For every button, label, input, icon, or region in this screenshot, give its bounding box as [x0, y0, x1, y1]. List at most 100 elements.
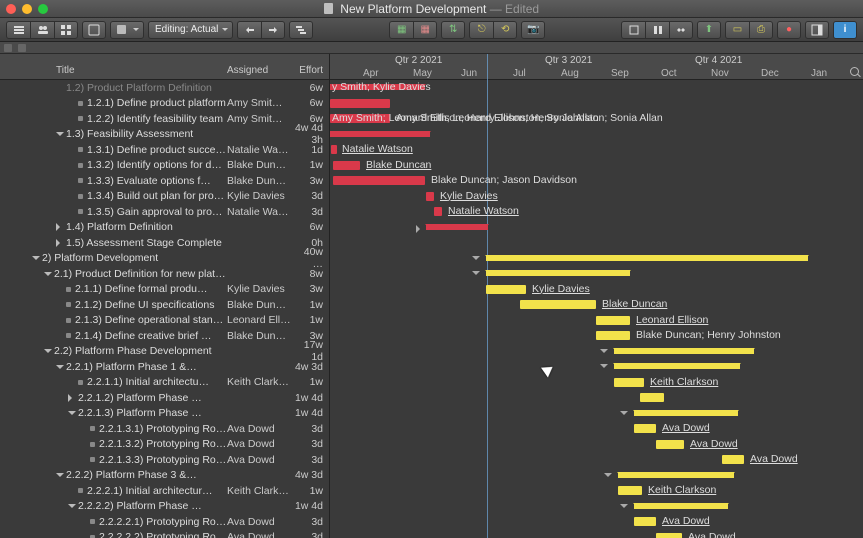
- outline-row[interactable]: 2.2.1.3.2) Prototyping Round 2Ava Dowd3d: [0, 437, 329, 453]
- gantt-row[interactable]: Keith Clarkson: [330, 375, 863, 391]
- task-effort[interactable]: 1w: [291, 159, 329, 171]
- task-effort[interactable]: 3d: [291, 190, 329, 202]
- task-effort[interactable]: 6w: [291, 221, 329, 233]
- record-button[interactable]: ●: [777, 21, 801, 39]
- gantt-row[interactable]: Blake Duncan; Jason Davidson: [330, 173, 863, 189]
- gantt-row[interactable]: Leonard Ellison: [330, 313, 863, 329]
- task-title[interactable]: 2.2.2) Platform Phase 3 &…: [66, 469, 227, 481]
- task-assigned[interactable]: Ava Dowd: [227, 454, 291, 466]
- baseline-add-button[interactable]: ▦: [389, 21, 413, 39]
- task-effort[interactable]: 6w: [291, 97, 329, 109]
- disclosure-triangle-icon[interactable]: [56, 365, 64, 373]
- outline-row[interactable]: 2) Platform Development40w …: [0, 251, 329, 267]
- gantt-row[interactable]: Ava Dowd: [330, 421, 863, 437]
- task-title[interactable]: 2) Platform Development: [42, 252, 227, 264]
- dashboard-button[interactable]: ▭: [725, 21, 749, 39]
- outline-row[interactable]: 1.3.3) Evaluate options f…Blake Dunca…3w: [0, 173, 329, 189]
- gantt-row[interactable]: [330, 344, 863, 360]
- minimize-window-button[interactable]: [22, 4, 32, 14]
- gantt-row[interactable]: Blake Duncan: [330, 297, 863, 313]
- task-effort[interactable]: 3d: [291, 206, 329, 218]
- gantt-task-bar[interactable]: [596, 316, 630, 325]
- baseline-clear-button[interactable]: ▦: [413, 21, 437, 39]
- task-effort[interactable]: 1w 4d: [291, 500, 329, 512]
- task-assigned[interactable]: Blake Dunca…: [227, 330, 291, 342]
- task-title[interactable]: 2.2.1.3.2) Prototyping Round 2: [99, 438, 227, 450]
- task-effort[interactable]: 8w: [291, 268, 329, 280]
- outline-row[interactable]: 1.2) Product Platform Definition6w: [0, 80, 329, 96]
- gantt-row[interactable]: [330, 390, 863, 406]
- gantt-row[interactable]: [330, 468, 863, 484]
- inspector-toggle[interactable]: [805, 21, 829, 39]
- gantt-task-bar[interactable]: [656, 440, 684, 449]
- gantt-row[interactable]: [330, 251, 863, 267]
- gantt-summary-bar[interactable]: [634, 503, 728, 509]
- task-title[interactable]: 1.3.5) Gain approval to proceed …: [87, 206, 227, 218]
- task-title[interactable]: 2.2.1) Platform Phase 1 &…: [66, 361, 227, 373]
- mini-marker-1[interactable]: [4, 44, 12, 52]
- gantt-task-bar[interactable]: [634, 517, 656, 526]
- task-effort[interactable]: 3w: [291, 175, 329, 187]
- gantt-task-bar[interactable]: [614, 378, 644, 387]
- task-effort[interactable]: 3d: [291, 531, 329, 538]
- task-effort[interactable]: 17w 1d: [291, 339, 329, 363]
- gantt-task-bar[interactable]: [634, 424, 656, 433]
- task-assigned[interactable]: Keith Clarkson: [227, 376, 291, 388]
- gantt-task-bar[interactable]: [330, 99, 390, 108]
- task-effort[interactable]: 3d: [291, 423, 329, 435]
- gantt-task-bar[interactable]: [640, 393, 664, 402]
- outline-row[interactable]: 2.2.1.3.1) Prototyping Round 1Ava Dowd3d: [0, 421, 329, 437]
- outline-row[interactable]: 2.1.4) Define creative brief …Blake Dunc…: [0, 328, 329, 344]
- task-title[interactable]: 2.2.2.1) Initial architectur…: [87, 485, 227, 497]
- task-effort[interactable]: 1w: [291, 299, 329, 311]
- disclosure-triangle-icon[interactable]: [68, 394, 76, 402]
- task-title[interactable]: 2.1.3) Define operational standar…: [75, 314, 227, 326]
- gantt-row[interactable]: Keith Clarkson: [330, 483, 863, 499]
- task-assigned[interactable]: Ava Dowd: [227, 531, 291, 538]
- task-title[interactable]: 1.2.2) Identify feasibility team: [87, 113, 227, 125]
- inspector-tab-2[interactable]: [645, 21, 669, 39]
- outline-row[interactable]: 2.2.1) Platform Phase 1 &…4w 3d: [0, 359, 329, 375]
- gantt-pane[interactable]: Qtr 2 2021 Qtr 3 2021 Qtr 4 2021 Apr May…: [330, 54, 863, 538]
- task-title[interactable]: 1.3.2) Identify options for developi…: [87, 159, 227, 171]
- mini-marker-2[interactable]: [18, 44, 26, 52]
- view-grid-button[interactable]: [54, 21, 78, 39]
- task-effort[interactable]: 3d: [291, 516, 329, 528]
- task-effort[interactable]: 1w 4d: [291, 392, 329, 404]
- task-effort[interactable]: 1d: [291, 144, 329, 156]
- disclosure-triangle-icon[interactable]: [32, 256, 40, 264]
- task-title[interactable]: 2.2.2.2) Platform Phase …: [78, 500, 227, 512]
- gantt-row[interactable]: Natalie Watson: [330, 142, 863, 158]
- task-effort[interactable]: 3d: [291, 454, 329, 466]
- outline-row[interactable]: 2.1.2) Define UI specificationsBlake Dun…: [0, 297, 329, 313]
- task-assigned[interactable]: Blake Duncan: [227, 299, 291, 311]
- outline-row[interactable]: 2.2.1.3.3) Prototyping Round 3Ava Dowd3d: [0, 452, 329, 468]
- catchup-button[interactable]: [237, 21, 261, 39]
- task-assigned[interactable]: Natalie Watson: [227, 206, 291, 218]
- gantt-row[interactable]: [330, 235, 863, 251]
- info-button[interactable]: i: [833, 21, 857, 39]
- outline-row[interactable]: 2.1.3) Define operational standar…Leonar…: [0, 313, 329, 329]
- sync-button[interactable]: ⟲: [493, 21, 517, 39]
- gantt-row[interactable]: [330, 406, 863, 422]
- timeline-header[interactable]: Qtr 2 2021 Qtr 3 2021 Qtr 4 2021 Apr May…: [330, 54, 863, 80]
- gantt-row[interactable]: [330, 127, 863, 143]
- task-assigned[interactable]: Blake Dunca…: [227, 175, 291, 187]
- outline-row[interactable]: 2.2.1.3) Platform Phase …1w 4d: [0, 406, 329, 422]
- gantt-summary-bar[interactable]: [614, 363, 740, 369]
- col-assigned[interactable]: Assigned: [227, 65, 291, 79]
- publish-button[interactable]: ⎋: [469, 21, 493, 39]
- inspector-tab-1[interactable]: [621, 21, 645, 39]
- gantt-row[interactable]: Kylie Davies: [330, 282, 863, 298]
- outline-row[interactable]: 1.3) Feasibility Assessment4w 4d 3h: [0, 127, 329, 143]
- gantt-task-bar[interactable]: [656, 533, 682, 538]
- task-assigned[interactable]: Ava Dowd: [227, 516, 291, 528]
- task-title[interactable]: 1.3.3) Evaluate options f…: [87, 175, 227, 187]
- outline-row[interactable]: 2.2.2.2.1) Prototyping Round 1Ava Dowd3d: [0, 514, 329, 530]
- gantt-row[interactable]: [330, 359, 863, 375]
- task-effort[interactable]: 1w 4d: [291, 407, 329, 419]
- task-title[interactable]: 1.4) Platform Definition: [66, 221, 227, 233]
- gantt-task-bar[interactable]: [426, 192, 434, 201]
- gantt-summary-bar[interactable]: [618, 472, 734, 478]
- task-title[interactable]: 2.1) Product Definition for new platform: [54, 268, 227, 280]
